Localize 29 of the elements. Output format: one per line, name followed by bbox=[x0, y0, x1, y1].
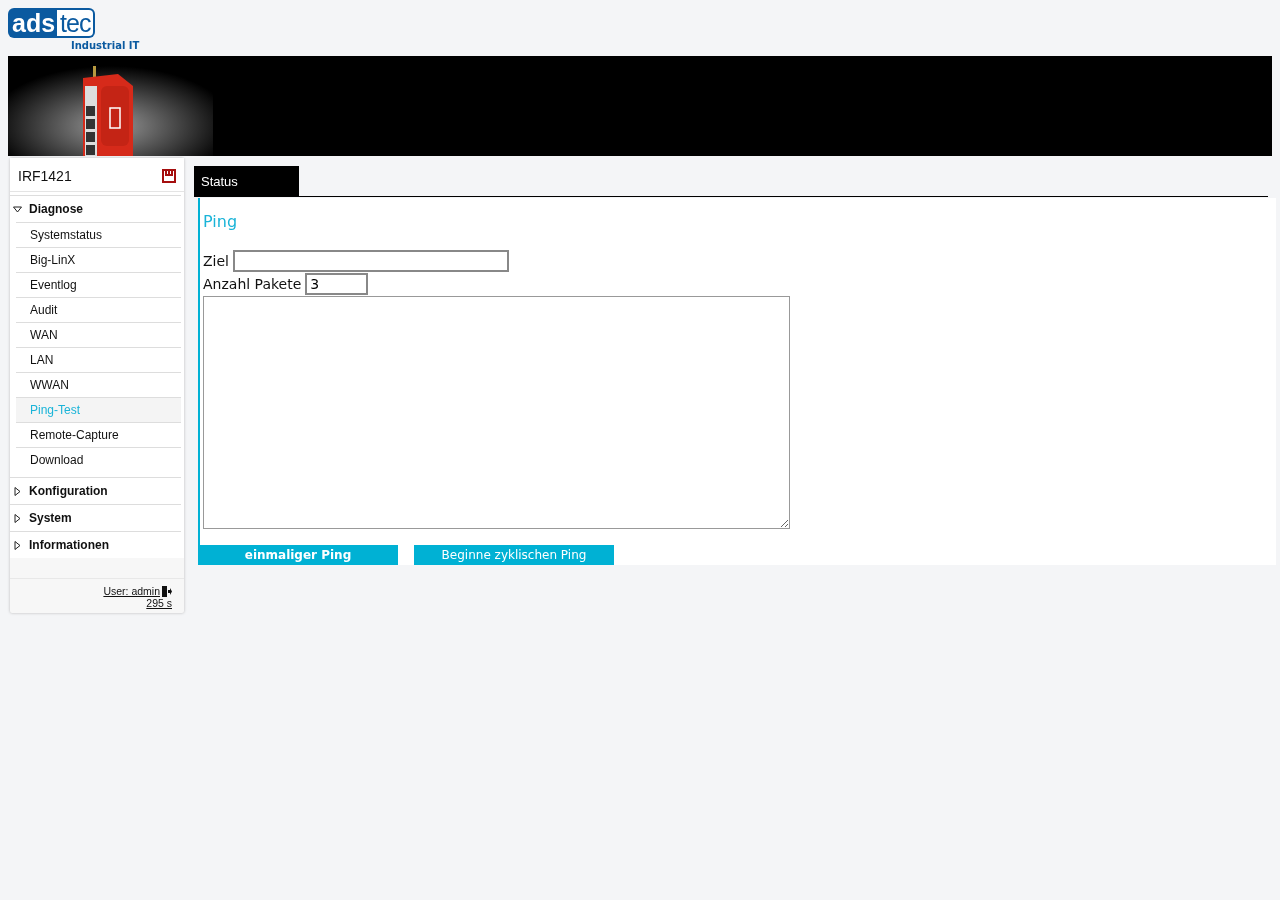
caret-down-icon bbox=[13, 204, 22, 214]
logo-tagline: Industrial IT bbox=[71, 40, 138, 51]
logo: ads tec bbox=[8, 8, 96, 38]
panel-title: Ping bbox=[203, 211, 239, 233]
nav-item[interactable]: Big-LinX bbox=[16, 247, 181, 272]
nav-group[interactable]: System bbox=[10, 504, 181, 531]
device-name: IRF1421 bbox=[18, 168, 72, 184]
input-field[interactable] bbox=[233, 249, 509, 272]
nav-item[interactable]: Audit bbox=[16, 297, 181, 322]
nav-item[interactable]: WAN bbox=[16, 322, 181, 347]
nav-group[interactable]: Diagnose bbox=[10, 195, 181, 222]
caret-right-icon bbox=[13, 486, 22, 496]
field-label: Ziel bbox=[203, 252, 229, 269]
session-timer[interactable]: 295 s bbox=[146, 597, 172, 609]
input-field[interactable]: 3 bbox=[305, 272, 369, 295]
logout-icon[interactable] bbox=[161, 585, 172, 597]
user-link[interactable]: User: admin bbox=[103, 585, 160, 597]
nav-group[interactable]: Konfiguration bbox=[10, 477, 181, 504]
caret-right-icon bbox=[13, 540, 22, 550]
nav-item[interactable]: LAN bbox=[16, 347, 181, 372]
tab[interactable]: Status bbox=[194, 166, 299, 196]
field-label: Anzahl Pakete bbox=[203, 275, 302, 292]
nav-item[interactable]: Systemstatus bbox=[16, 222, 181, 247]
nav-item[interactable]: Download bbox=[16, 447, 181, 472]
nav-item[interactable]: Remote-Capture bbox=[16, 422, 181, 447]
nav-item[interactable]: Eventlog bbox=[16, 272, 181, 297]
save-icon[interactable] bbox=[162, 169, 176, 183]
nav-group[interactable]: Informationen bbox=[10, 531, 181, 558]
caret-right-icon bbox=[13, 513, 22, 523]
